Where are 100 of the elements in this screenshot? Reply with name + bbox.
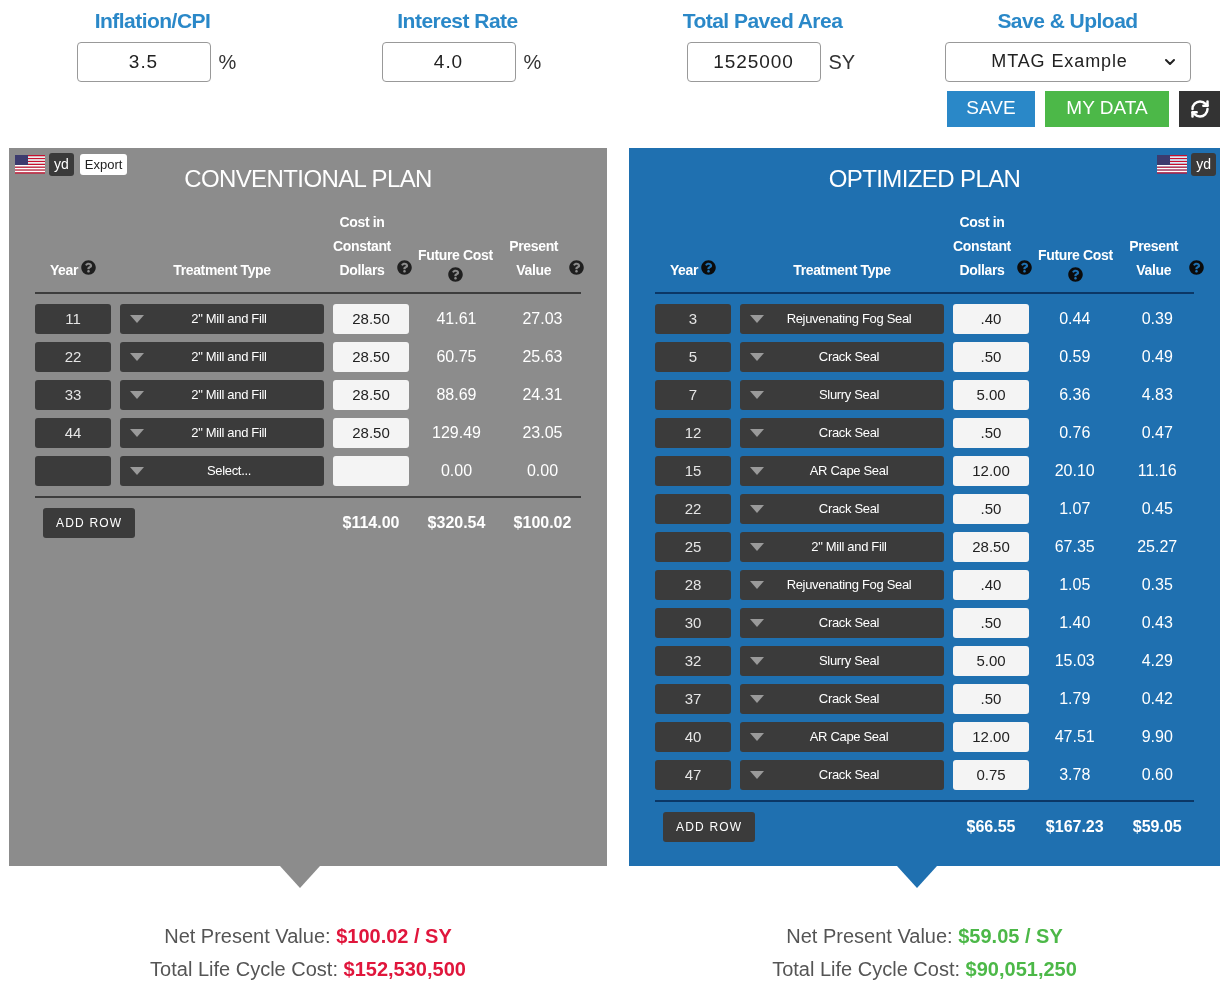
add-row-button[interactable]: ADD ROW: [663, 812, 756, 842]
year-field[interactable]: [35, 456, 111, 486]
present-value: 11.16: [1136, 461, 1178, 481]
year-field[interactable]: 22: [35, 342, 111, 372]
unit-label: %: [218, 49, 238, 75]
total-life-cycle-cost: Total Life Cycle Cost: $90,051,250: [772, 957, 1077, 982]
help-icon[interactable]: [701, 259, 717, 275]
year-field[interactable]: 30: [655, 608, 731, 638]
number-field[interactable]: 4.0: [381, 41, 516, 82]
cost-field[interactable]: 28.50: [333, 304, 409, 334]
cost-field[interactable]: [333, 456, 409, 486]
treatment-dropdown[interactable]: Select...: [120, 456, 324, 486]
cost-field[interactable]: .40: [953, 570, 1029, 600]
refresh-button[interactable]: [1179, 90, 1220, 127]
future-cost: 0.76: [1058, 423, 1092, 443]
treatment-dropdown[interactable]: 2" Mill and Fill: [120, 418, 324, 448]
dropdown-triangle-icon: [750, 429, 764, 437]
help-icon[interactable]: [1067, 267, 1083, 282]
help-icon[interactable]: [397, 259, 412, 275]
number-field[interactable]: 1525000: [686, 41, 821, 82]
treatment-dropdown[interactable]: AR Cape Seal: [740, 722, 944, 752]
year-field[interactable]: 12: [655, 418, 731, 448]
cost-field[interactable]: 5.00: [953, 646, 1029, 676]
year-field[interactable]: 33: [35, 380, 111, 410]
help-icon[interactable]: [1188, 259, 1204, 275]
dropdown-triangle-icon: [750, 581, 764, 589]
help-icon[interactable]: [1017, 259, 1032, 275]
treatment-dropdown[interactable]: Crack Seal: [740, 418, 944, 448]
year-field[interactable]: 11: [35, 304, 111, 334]
present-value: 0.49: [1140, 347, 1174, 367]
cost-field[interactable]: 28.50: [333, 418, 409, 448]
treatment-dropdown[interactable]: Slurry Seal: [740, 380, 944, 410]
cost-field[interactable]: .40: [953, 304, 1029, 334]
future-cost: 1.40: [1058, 613, 1092, 633]
present-value: 0.45: [1140, 499, 1174, 519]
future-cost: 60.75: [435, 347, 478, 367]
column-header: Future Cost: [418, 246, 493, 265]
treatment-dropdown[interactable]: Slurry Seal: [740, 646, 944, 676]
cost-field[interactable]: .50: [953, 342, 1029, 372]
save-button[interactable]: SAVE: [947, 90, 1035, 127]
treatment-dropdown[interactable]: Crack Seal: [740, 494, 944, 524]
help-icon[interactable]: [568, 259, 584, 275]
cost-field[interactable]: 12.00: [953, 722, 1029, 752]
year-field[interactable]: 40: [655, 722, 731, 752]
cost-field[interactable]: 28.50: [333, 342, 409, 372]
year-field[interactable]: 15: [655, 456, 731, 486]
year-field[interactable]: 32: [655, 646, 731, 676]
treatment-dropdown[interactable]: 2" Mill and Fill: [740, 532, 944, 562]
help-icon[interactable]: [447, 267, 463, 282]
treatment-dropdown[interactable]: Rejuvenating Fog Seal: [740, 570, 944, 600]
field-label: Inflation/CPI: [94, 8, 211, 34]
cost-field[interactable]: .50: [953, 418, 1029, 448]
present-value: 23.05: [521, 423, 564, 443]
year-field[interactable]: 5: [655, 342, 731, 372]
add-row-button[interactable]: ADD ROW: [43, 508, 136, 538]
year-field[interactable]: 3: [655, 304, 731, 334]
export-button[interactable]: Export: [79, 153, 128, 176]
present-value: 4.83: [1140, 385, 1174, 405]
cost-field[interactable]: 12.00: [953, 456, 1029, 486]
column-header: Present Value: [1128, 237, 1180, 280]
treatment-dropdown[interactable]: 2" Mill and Fill: [120, 380, 324, 410]
treatment-dropdown[interactable]: Crack Seal: [740, 760, 944, 790]
cost-field[interactable]: 28.50: [333, 380, 409, 410]
present-value: 0.47: [1140, 423, 1174, 443]
number-field[interactable]: 3.5: [76, 41, 211, 82]
cost-field[interactable]: 0.75: [953, 760, 1029, 790]
dropdown-triangle-icon: [750, 543, 764, 551]
unit-badge[interactable]: yd: [49, 153, 74, 176]
help-icon[interactable]: [81, 259, 97, 275]
future-cost: 47.51: [1053, 727, 1096, 747]
cost-field[interactable]: .50: [953, 608, 1029, 638]
total-value: $114.00: [341, 513, 401, 533]
treatment-dropdown[interactable]: Crack Seal: [740, 684, 944, 714]
treatment-dropdown[interactable]: Crack Seal: [740, 608, 944, 638]
future-cost: 3.78: [1058, 765, 1092, 785]
unit-label: %: [523, 49, 543, 75]
field-label: Interest Rate: [397, 8, 518, 34]
dropdown-triangle-icon: [130, 391, 144, 399]
year-field[interactable]: 22: [655, 494, 731, 524]
dropdown-triangle-icon: [750, 353, 764, 361]
treatment-dropdown[interactable]: Crack Seal: [740, 342, 944, 372]
treatment-dropdown[interactable]: Rejuvenating Fog Seal: [740, 304, 944, 334]
treatment-dropdown[interactable]: AR Cape Seal: [740, 456, 944, 486]
dataset-select[interactable]: MTAG Example: [944, 41, 1191, 82]
cost-field[interactable]: 28.50: [953, 532, 1029, 562]
year-field[interactable]: 37: [655, 684, 731, 714]
year-field[interactable]: 28: [655, 570, 731, 600]
present-value: 0.00: [525, 461, 560, 481]
cost-field[interactable]: .50: [953, 684, 1029, 714]
treatment-dropdown[interactable]: 2" Mill and Fill: [120, 304, 324, 334]
year-field[interactable]: 47: [655, 760, 731, 790]
cost-field[interactable]: .50: [953, 494, 1029, 524]
year-field[interactable]: 44: [35, 418, 111, 448]
unit-badge[interactable]: yd: [1191, 153, 1216, 176]
treatment-dropdown[interactable]: 2" Mill and Fill: [120, 342, 324, 372]
field-label: Save & Upload: [997, 8, 1138, 34]
year-field[interactable]: 25: [655, 532, 731, 562]
cost-field[interactable]: 5.00: [953, 380, 1029, 410]
year-field[interactable]: 7: [655, 380, 731, 410]
dropdown-triangle-icon: [750, 695, 764, 703]
